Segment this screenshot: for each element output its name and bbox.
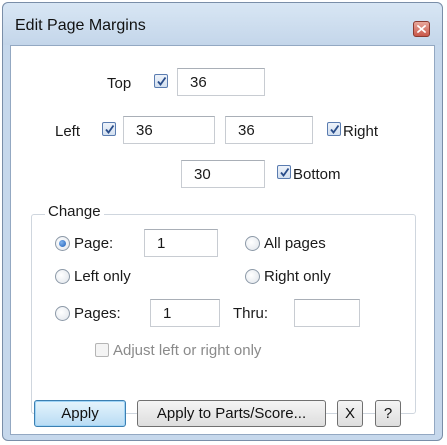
left-checkbox[interactable] [102, 122, 116, 136]
adjust-left-right-checkbox[interactable] [95, 343, 109, 357]
pages-thru-field[interactable] [294, 299, 360, 327]
close-icon [417, 25, 426, 33]
checkmark-icon [105, 124, 115, 134]
left-margin-field[interactable] [123, 116, 215, 144]
top-label: Top [107, 75, 132, 92]
help-button[interactable]: ? [375, 400, 401, 427]
left-label: Left [55, 123, 81, 140]
page-radio[interactable] [55, 236, 70, 251]
all-pages-label: All pages [264, 235, 326, 252]
dialog-body: Top Left Right Bottom Change Page: All p… [10, 45, 435, 435]
right-checkbox[interactable] [327, 122, 341, 136]
apply-button[interactable]: Apply [34, 400, 126, 427]
checkmark-icon [280, 167, 290, 177]
close-button[interactable]: X [337, 400, 363, 427]
checkmark-icon [330, 124, 340, 134]
title-bar: Edit Page Margins [3, 3, 442, 45]
bottom-label: Bottom [293, 166, 341, 183]
edit-page-margins-dialog: Edit Page Margins Top Left Right Bottom [2, 2, 443, 441]
title-close-button[interactable] [413, 21, 430, 37]
dialog-title: Edit Page Margins [15, 17, 146, 34]
thru-label: Thru: [233, 305, 269, 322]
right-margin-field[interactable] [225, 116, 313, 144]
page-radio-label: Page: [74, 235, 114, 252]
bottom-checkbox[interactable] [277, 165, 291, 179]
right-only-label: Right only [264, 268, 331, 285]
bottom-margin-field[interactable] [181, 160, 265, 188]
adjust-left-right-label: Adjust left or right only [113, 342, 262, 359]
top-margin-field[interactable] [177, 68, 265, 96]
page-number-field[interactable] [144, 229, 218, 257]
right-label: Right [343, 123, 379, 140]
pages-radio[interactable] [55, 306, 70, 321]
pages-radio-label: Pages: [74, 305, 121, 322]
top-checkbox[interactable] [154, 74, 168, 88]
change-group-label: Change [45, 203, 104, 220]
all-pages-radio[interactable] [245, 236, 260, 251]
right-only-radio[interactable] [245, 269, 260, 284]
checkmark-icon [157, 76, 167, 86]
apply-to-parts-score-button[interactable]: Apply to Parts/Score... [137, 400, 326, 427]
left-only-radio[interactable] [55, 269, 70, 284]
pages-from-field[interactable] [150, 299, 220, 327]
left-only-label: Left only [74, 268, 131, 285]
